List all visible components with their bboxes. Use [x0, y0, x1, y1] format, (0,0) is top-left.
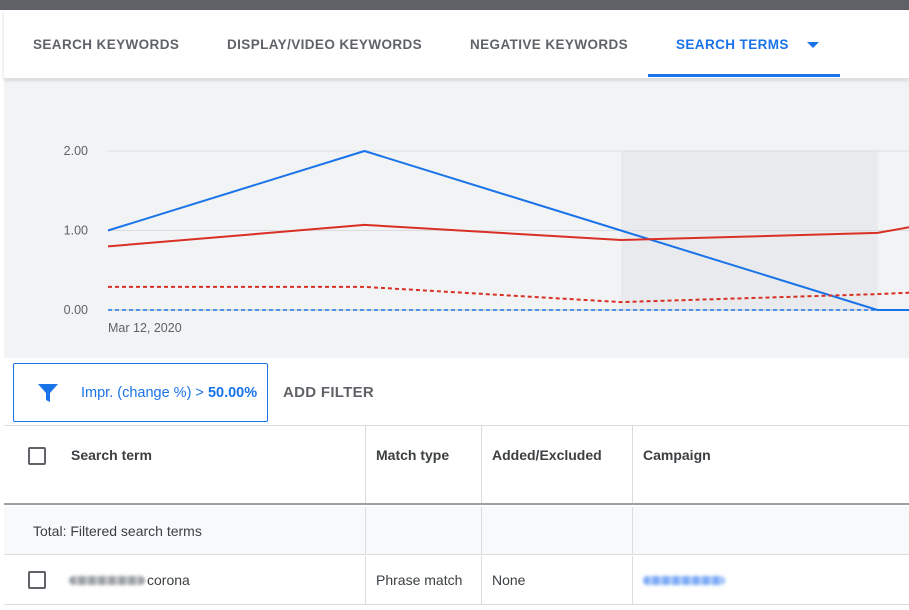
total-row: Total: Filtered search terms — [4, 507, 909, 555]
search-term-text: corona — [147, 572, 190, 588]
column-header-search-term[interactable]: Search term — [61, 426, 365, 503]
top-app-bar — [0, 0, 909, 10]
tab-negative-keywords[interactable]: NEGATIVE KEYWORDS — [470, 10, 628, 79]
active-tab-indicator — [648, 74, 840, 77]
column-header-match-type[interactable]: Match type — [366, 426, 481, 503]
column-header-campaign[interactable]: Campaign — [633, 426, 909, 503]
select-all-checkbox[interactable] — [28, 447, 46, 465]
keyword-tabs: SEARCH KEYWORDS DISPLAY/VIDEO KEYWORDS N… — [4, 10, 909, 79]
filter-text: Impr. (change %) > 50.00% — [81, 385, 257, 401]
y-tick-label: 1.00 — [64, 224, 88, 238]
column-header-added-excluded[interactable]: Added/Excluded — [482, 426, 632, 503]
search-term-cell: corona — [59, 556, 365, 604]
added-excluded-cell: None — [492, 572, 526, 588]
filter-value: 50.00% — [207, 384, 258, 401]
total-label: Total: Filtered search terms — [33, 522, 202, 539]
tab-display-video-keywords[interactable]: DISPLAY/VIDEO KEYWORDS — [227, 10, 422, 79]
campaign-cell[interactable] — [633, 556, 909, 604]
match-type-cell: Phrase match — [376, 572, 463, 588]
filter-condition: Impr. (change %) > — [81, 384, 204, 401]
column-divider — [365, 507, 366, 554]
tab-search-terms[interactable]: SEARCH TERMS — [676, 10, 819, 79]
table-row: corona Phrase match None — [4, 556, 909, 605]
y-tick-label: 2.00 — [64, 144, 88, 158]
x-tick-label: Mar 12, 2020 — [108, 321, 182, 335]
column-divider — [632, 507, 633, 554]
row-checkbox[interactable] — [28, 571, 46, 589]
column-divider — [481, 507, 482, 554]
line-chart: 2.00 1.00 0.00 Mar 12, 2020 — [64, 144, 909, 335]
filter-chip[interactable]: Impr. (change %) > 50.00% — [13, 363, 268, 422]
add-filter-button[interactable]: ADD FILTER — [283, 358, 374, 426]
redacted-campaign-link[interactable] — [643, 575, 725, 585]
search-terms-table: Search term Match type Added/Excluded Ca… — [4, 426, 909, 610]
filter-bar: Impr. (change %) > 50.00% ADD FILTER — [4, 358, 909, 426]
performance-chart: 2.00 1.00 0.00 Mar 12, 2020 — [4, 80, 909, 358]
dropdown-caret-icon[interactable] — [806, 41, 819, 48]
tab-search-terms-label: SEARCH TERMS — [676, 37, 789, 52]
redacted-text — [69, 575, 145, 585]
table-header-row: Search term Match type Added/Excluded Ca… — [4, 426, 909, 505]
tab-search-keywords[interactable]: SEARCH KEYWORDS — [33, 10, 179, 79]
y-tick-label: 0.00 — [64, 303, 88, 317]
filter-funnel-icon — [38, 384, 58, 402]
